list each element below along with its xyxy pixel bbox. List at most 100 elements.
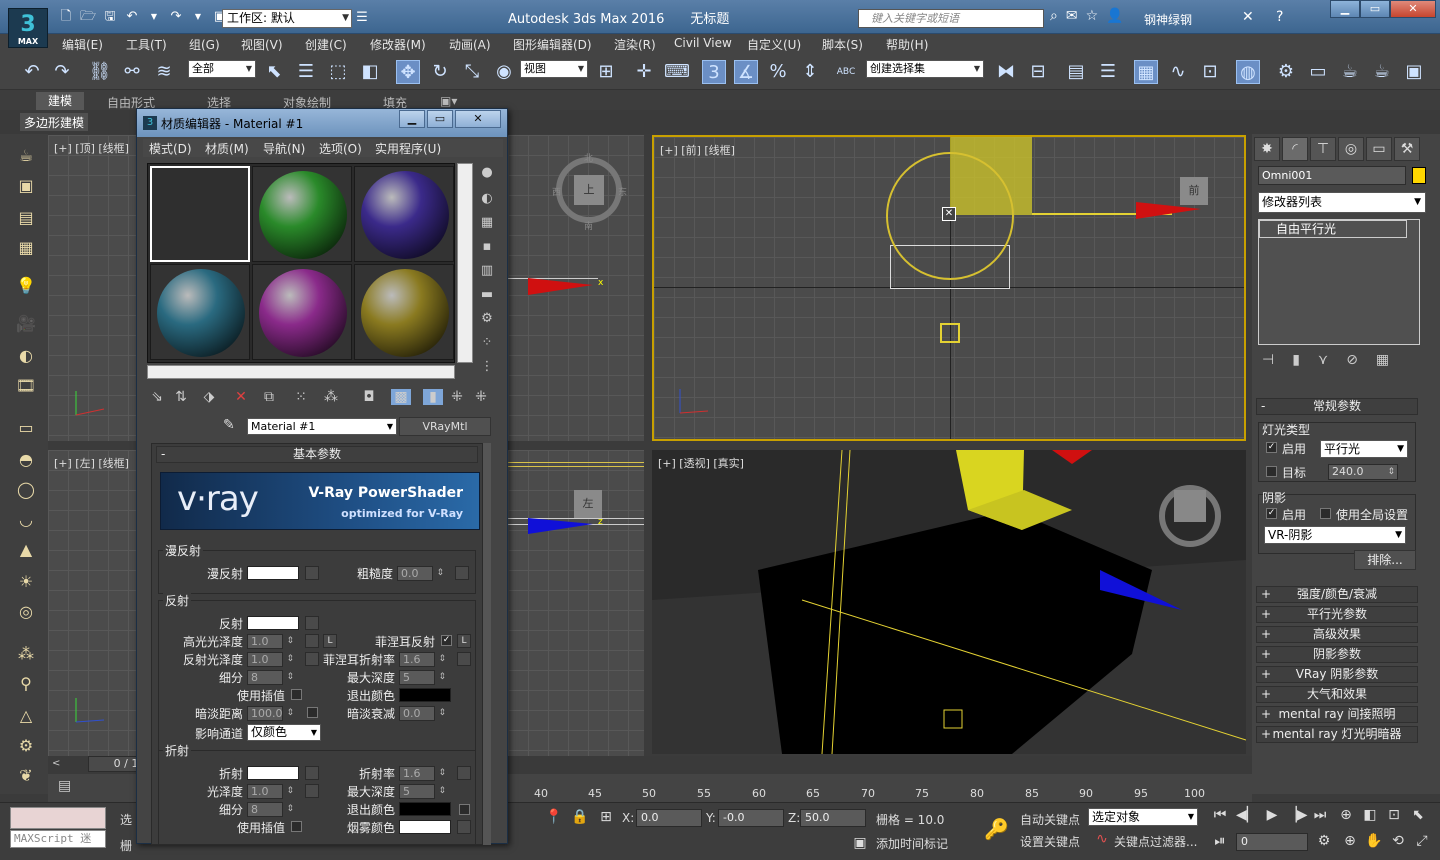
make-unique-icon[interactable]: ⋎ <box>1318 352 1328 368</box>
slots-horizontal-scrollbar[interactable] <box>147 365 455 379</box>
viewport-persp-label[interactable]: [+] [透视] [真实] <box>658 455 744 471</box>
reset-map-icon[interactable]: ✕ <box>231 389 251 405</box>
mat-maximize-button[interactable]: ▭ <box>427 110 453 128</box>
configure-sets-icon[interactable]: ▦ <box>1376 352 1389 368</box>
app-logo[interactable]: 3 MAX <box>8 8 48 48</box>
go-to-parent-icon[interactable]: ⁜ <box>447 389 467 405</box>
align-icon[interactable]: ⊟ <box>1026 60 1050 84</box>
film-icon[interactable]: 🎞 <box>14 376 38 398</box>
play-icon[interactable]: ▶ <box>1262 807 1282 827</box>
uv-tiling-icon[interactable]: ▪ <box>477 239 497 259</box>
material-slot-5[interactable] <box>252 264 352 360</box>
rotate-icon[interactable]: ↻ <box>428 60 452 84</box>
shadows-on-checkbox[interactable]: ✓ <box>1266 508 1277 519</box>
time-config-icon[interactable]: ⚙ <box>1314 833 1334 853</box>
target-marker-front[interactable] <box>940 323 960 343</box>
rollout-intensity[interactable]: + 强度/颜色/衰减 <box>1256 586 1418 603</box>
helper-icon[interactable]: △ <box>14 706 38 728</box>
open-file-icon[interactable]: 🗁 <box>78 8 98 26</box>
exchange-icon[interactable]: ✕ <box>1242 9 1254 25</box>
refr-gloss-map-button[interactable] <box>305 784 319 798</box>
rollout-shadow-params[interactable]: + 阴影参数 <box>1256 646 1418 663</box>
redo-dropdown-icon[interactable]: ▼ <box>188 8 208 26</box>
get-material-icon[interactable]: ⇘ <box>147 389 167 405</box>
particles-icon[interactable]: ⁂ <box>14 644 38 666</box>
target-checkbox[interactable] <box>1266 466 1277 477</box>
help-icon[interactable]: ? <box>1276 9 1283 25</box>
key-mode-toggle-icon[interactable]: ⏯ <box>1210 833 1230 853</box>
refr-gloss-spinner[interactable]: 1.0 <box>247 784 294 799</box>
put-to-scene-icon[interactable]: ⇅ <box>171 389 191 405</box>
ribbon-options-icon[interactable]: ▣▾ <box>440 94 457 108</box>
x-coordinate-field[interactable]: 0.0 <box>636 809 702 827</box>
cone-icon[interactable]: ▲ <box>14 540 38 562</box>
menu-civil-view[interactable]: Civil View <box>674 36 732 50</box>
render-setup-icon[interactable]: ⚙ <box>1274 60 1298 84</box>
undo-toolbar-icon[interactable]: ↶ <box>20 60 44 84</box>
close-button[interactable]: ✕ <box>1390 0 1436 18</box>
workspace-dropdown[interactable]: 工作区: 默认 ▼ <box>222 9 352 28</box>
video-color-check-icon[interactable]: ▥ <box>477 263 497 283</box>
absolute-mode-icon[interactable]: ⊞ <box>596 809 616 829</box>
material-slot-2[interactable] <box>252 166 352 262</box>
redo-icon[interactable]: ↷ <box>166 8 186 26</box>
utilities-tab-icon[interactable]: ⚒ <box>1394 137 1420 161</box>
reflect-map-button[interactable] <box>305 616 319 630</box>
hilight-lock-button[interactable]: L <box>323 634 337 648</box>
auto-key-button[interactable]: 自动关键点 <box>1020 811 1080 828</box>
menu-animation[interactable]: 动画(A) <box>449 36 491 53</box>
scale-icon[interactable]: ⤡ <box>460 60 484 84</box>
zoom-extents-icon[interactable]: ⊕ <box>1336 807 1356 827</box>
maximize-button[interactable]: ▭ <box>1360 0 1390 18</box>
orbit-icon[interactable]: ⟲ <box>1388 833 1408 853</box>
rect-selection-icon[interactable]: ⬚ <box>326 60 350 84</box>
refr-max-depth-spinner[interactable]: 5 <box>399 784 446 799</box>
binoculars-icon[interactable]: ⌕ <box>1050 8 1058 24</box>
menu-scripting[interactable]: 脚本(S) <box>822 36 863 53</box>
viewport-left-label[interactable]: [+] [左] [线框] <box>54 455 129 471</box>
select-manipulate-icon[interactable]: ✛ <box>632 60 656 84</box>
menu-modifiers[interactable]: 修改器(M) <box>370 36 426 53</box>
select-object-icon[interactable]: ⬉ <box>262 60 286 84</box>
exclude-button[interactable]: 排除... <box>1354 550 1416 570</box>
roughness-map-button[interactable] <box>455 566 469 580</box>
mat-menu-options[interactable]: 选项(O) <box>319 140 362 157</box>
lock-selection-icon[interactable]: 🔒 <box>570 809 590 829</box>
fresnel-lock-button[interactable]: L <box>457 634 471 648</box>
redo-toolbar-icon[interactable]: ↷ <box>50 60 74 84</box>
bones-icon[interactable]: ⚲ <box>14 674 38 696</box>
dim-distance-spinner[interactable]: 100.0 <box>247 706 294 721</box>
undo-dropdown-icon[interactable]: ▼ <box>144 8 164 26</box>
refl-gloss-map-button[interactable] <box>305 652 319 666</box>
rollout-general-params[interactable]: - 常规参数 <box>1256 398 1418 415</box>
current-frame-field[interactable]: 0 <box>1236 833 1308 851</box>
menu-create[interactable]: 创建(C) <box>305 36 347 53</box>
rollout-advanced-effects[interactable]: + 高级效果 <box>1256 626 1418 643</box>
refl-gloss-spinner[interactable]: 1.0 <box>247 652 294 667</box>
y-coordinate-field[interactable]: -0.0 <box>718 809 784 827</box>
assign-material-icon[interactable]: ⬗ <box>199 389 219 405</box>
communication-center-icon[interactable]: ✉ <box>1066 8 1078 24</box>
dome-icon[interactable]: ◓ <box>14 450 38 472</box>
material-editor-icon[interactable]: ◍ <box>1236 60 1260 84</box>
mat-menu-material[interactable]: 材质(M) <box>205 140 249 157</box>
render-production-icon[interactable]: ☕ <box>1338 60 1362 84</box>
backlight-icon[interactable]: ◐ <box>477 191 497 211</box>
object-color-swatch[interactable] <box>1412 167 1426 184</box>
named-selection-dropdown[interactable]: 创建选择集 <box>866 60 984 78</box>
remove-modifier-icon[interactable]: ⊘ <box>1346 352 1358 368</box>
render-frame-window-icon[interactable]: ▣ <box>1402 60 1426 84</box>
sample-type-icon[interactable]: ● <box>477 165 497 185</box>
camera-icon[interactable]: 🎥 <box>14 314 38 336</box>
prev-frame-icon[interactable]: < <box>52 758 60 769</box>
grid-icon[interactable]: ▦ <box>14 238 38 260</box>
ribbon-subpanel-polygon-modeling[interactable]: 多边形建模 <box>20 113 89 131</box>
max-toggle-icon[interactable]: ⊡ <box>1384 807 1404 827</box>
light-bulb-icon[interactable]: 💡 <box>14 276 38 298</box>
object-name-field[interactable]: Omni001 <box>1258 166 1406 185</box>
viewport-top-label[interactable]: [+] [顶] [线框] <box>54 140 129 156</box>
fog-color-swatch[interactable] <box>399 820 451 834</box>
spinner-snap-icon[interactable]: ⇕ <box>798 60 822 84</box>
schematic-view-icon[interactable]: ⊡ <box>1198 60 1222 84</box>
reference-coord-dropdown[interactable]: 视图 <box>520 60 588 78</box>
